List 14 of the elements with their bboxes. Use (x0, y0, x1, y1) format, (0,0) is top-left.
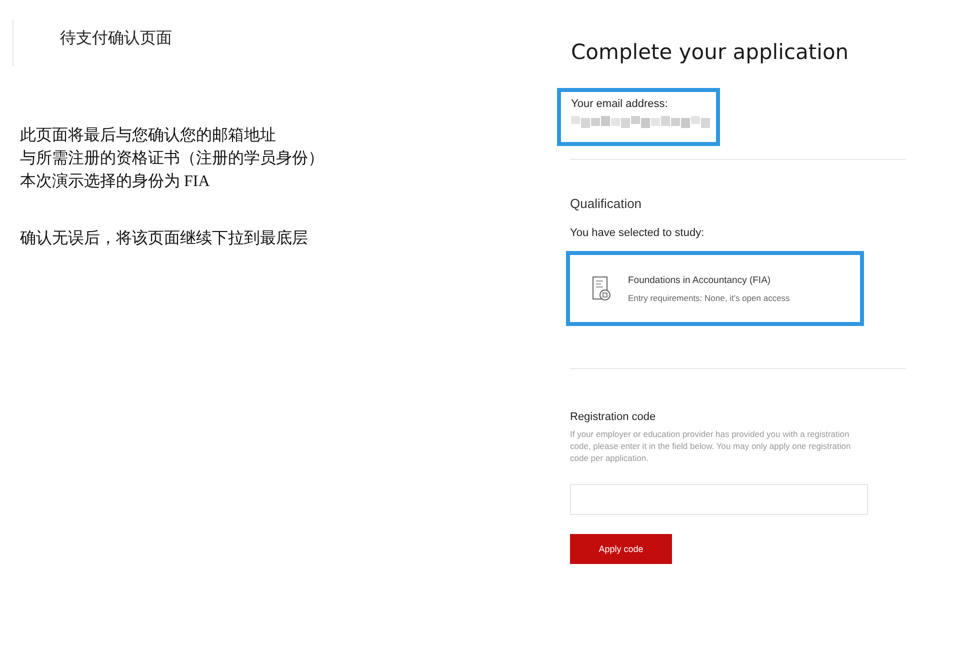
email-label: Your email address: (571, 98, 669, 110)
certificate-icon (592, 276, 612, 302)
entry-requirements: Entry requirements: None, it's open access (628, 292, 790, 302)
selection-intro: You have selected to study: (570, 227, 706, 239)
registration-description: If your employer or education provider has provided you with a registration code, please enter it in the field below. You may only apply one registration code per application. (570, 428, 852, 464)
note-title: 待支付确认页面 (60, 28, 172, 48)
note-paragraph: 确认无误后，将该页面继续下拉到最底层 (19, 228, 309, 249)
note-paragraph: 此页面将最后与您确认您的邮箱地址 与所需注册的资格证书（注册的学员身份） 本次演示选择的身份为 FIA (19, 126, 325, 192)
registration-code-field[interactable] (570, 484, 868, 515)
qualification-name: Foundations in Accountancy (FIA) (628, 274, 772, 286)
registration-heading: Registration code (570, 411, 657, 423)
apply-code-button[interactable]: Apply code (570, 534, 672, 564)
qualification-heading: Qualification (570, 196, 643, 211)
page-title: Complete your application (570, 40, 850, 64)
